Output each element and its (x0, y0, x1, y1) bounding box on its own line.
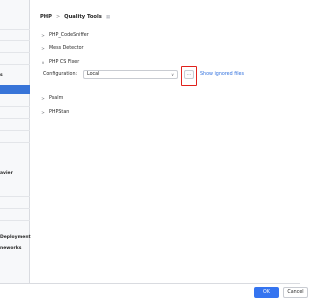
sidebar-item-label[interactable]: avier (0, 171, 13, 176)
section-title: PHPStan (49, 109, 70, 115)
sidebar-divider (0, 208, 30, 209)
cancel-button[interactable]: Cancel (283, 287, 308, 298)
section-php-codesniffer[interactable]: > PHP_CodeSniffer (40, 31, 89, 39)
chevron-down-icon: ∨ (171, 72, 174, 77)
section-php-cs-fixer[interactable]: ∨ PHP CS Fixer (40, 58, 79, 66)
breadcrumb-parent[interactable]: PHP (40, 14, 52, 20)
section-title: PHP CS Fixer (49, 59, 80, 65)
chevron-right-icon: > (41, 109, 45, 115)
breadcrumb-current: Quality Tools (64, 14, 102, 20)
chevron-right-icon: > (41, 45, 45, 51)
show-ignored-files-link[interactable]: Show ignored files (200, 72, 244, 77)
sidebar-item-label[interactable]: Deployment (0, 235, 31, 240)
sidebar-divider (0, 29, 30, 30)
configuration-value: Local (87, 72, 100, 77)
section-title: PHP_CodeSniffer (49, 32, 89, 38)
sidebar-divider (0, 220, 30, 221)
chevron-right-icon: > (41, 32, 45, 38)
sidebar-divider (0, 106, 30, 107)
ok-button[interactable]: OK (254, 287, 279, 298)
sidebar-divider (0, 196, 30, 197)
section-psalm[interactable]: > Psalm (40, 94, 63, 102)
configuration-label: Configuration: (43, 72, 78, 77)
browse-button[interactable]: ... (184, 70, 194, 79)
footer-divider (0, 283, 300, 284)
sidebar-item-label[interactable]: s (0, 73, 3, 78)
sidebar-item-selected[interactable] (0, 85, 30, 94)
section-phpstan[interactable]: > PHPStan (40, 108, 69, 116)
settings-sidebar: s avier Deployment neworks (0, 0, 31, 283)
chevron-right-icon: > (41, 95, 45, 101)
section-title: Psalm (49, 95, 64, 101)
sidebar-divider (0, 130, 30, 131)
sidebar-divider (0, 64, 30, 65)
section-mess-detector[interactable]: > Mess Detector (40, 44, 84, 52)
chevron-down-icon: ∨ (41, 59, 45, 65)
pin-icon[interactable]: ▦ (106, 15, 110, 20)
breadcrumb: PHP > Quality Tools ▦ (40, 13, 110, 21)
section-title: Mess Detector (49, 45, 84, 51)
configuration-select[interactable]: Local ∨ (83, 70, 178, 79)
sidebar-divider (0, 118, 30, 119)
sidebar-item-label[interactable]: neworks (0, 246, 21, 251)
breadcrumb-separator: > (55, 14, 61, 20)
sidebar-divider (0, 52, 30, 53)
sidebar-divider (0, 142, 30, 143)
sidebar-divider (0, 40, 30, 41)
